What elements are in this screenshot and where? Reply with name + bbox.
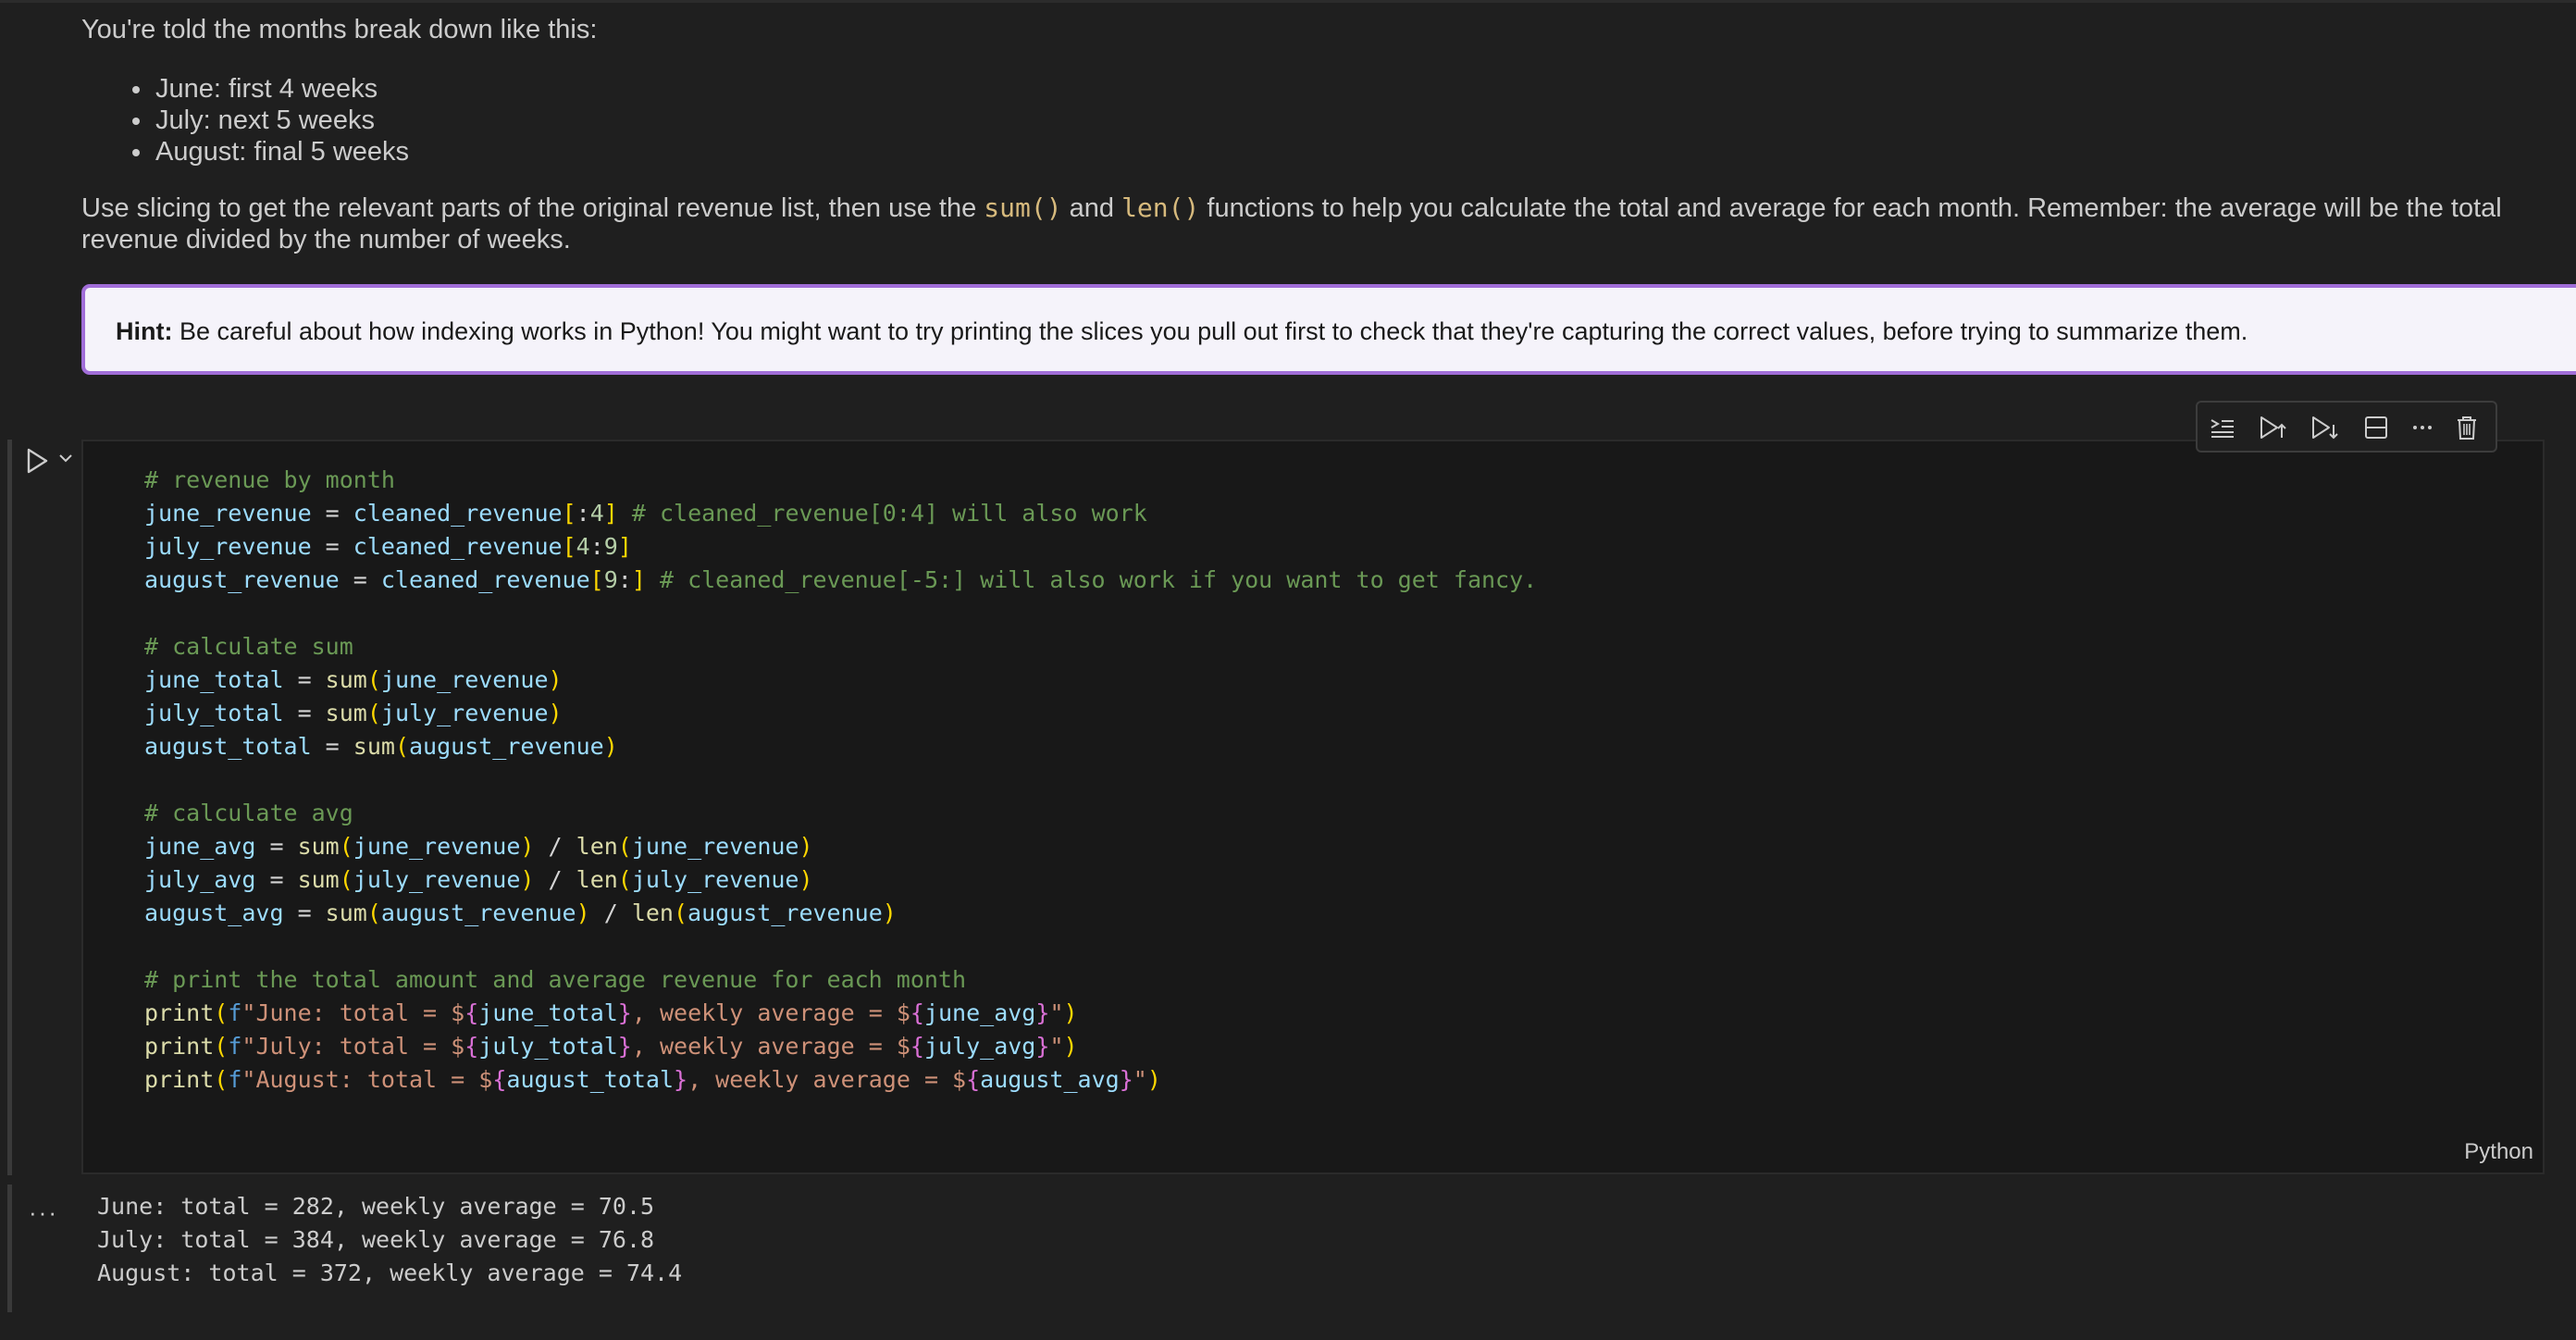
play-icon bbox=[27, 448, 48, 474]
inline-code-len: len() bbox=[1121, 192, 1200, 223]
output-focus-bar bbox=[7, 1185, 12, 1312]
output-more-button[interactable]: ··· bbox=[29, 1198, 58, 1227]
delete-cell-button[interactable] bbox=[2451, 412, 2483, 443]
run-options-dropdown[interactable] bbox=[56, 448, 76, 468]
code-line: june_total = sum(june_revenue) bbox=[144, 666, 563, 693]
execute-above-icon bbox=[2211, 419, 2234, 438]
code-line: july_total = sum(july_revenue) bbox=[144, 700, 563, 726]
split-cell-icon bbox=[2365, 416, 2387, 439]
code-line: # print the total amount and average rev… bbox=[144, 966, 967, 993]
inline-code-sum: sum() bbox=[984, 192, 1062, 223]
code-line: june_revenue = cleaned_revenue[:4] # cle… bbox=[144, 500, 1147, 527]
list-item: August: final 5 weeks bbox=[131, 137, 410, 167]
code-line: august_avg = sum(august_revenue) / len(a… bbox=[144, 900, 897, 926]
run-below-icon bbox=[2312, 416, 2338, 440]
run-cell-button[interactable] bbox=[22, 446, 52, 476]
run-below-button[interactable] bbox=[2309, 412, 2340, 443]
code-line: print(f"August: total = ${august_total},… bbox=[144, 1066, 1161, 1093]
month-breakdown-list: June: first 4 weeks July: next 5 weeks A… bbox=[131, 73, 410, 168]
code-line: august_revenue = cleaned_revenue[9:] # c… bbox=[144, 566, 1538, 593]
markdown-intro: You're told the months break down like t… bbox=[81, 15, 598, 44]
code-editor[interactable]: # revenue by month june_revenue = cleaned… bbox=[144, 464, 1537, 1097]
code-line: # calculate avg bbox=[144, 800, 353, 826]
more-actions-button[interactable] bbox=[2407, 412, 2438, 443]
code-line: print(f"June: total = ${june_total}, wee… bbox=[144, 999, 1078, 1026]
cell-output: June: total = 282, weekly average = 70.5… bbox=[97, 1190, 682, 1290]
cell-toolbar bbox=[2196, 401, 2497, 453]
chevron-down-icon bbox=[59, 454, 72, 463]
code-line: june_avg = sum(june_revenue) / len(june_… bbox=[144, 833, 813, 860]
split-cell-button[interactable] bbox=[2360, 412, 2392, 443]
code-line: july_revenue = cleaned_revenue[4:9] bbox=[144, 533, 632, 560]
run-above-icon bbox=[2260, 416, 2286, 439]
code-line: # calculate sum bbox=[144, 633, 353, 660]
output-line: July: total = 384, weekly average = 76.8 bbox=[97, 1226, 655, 1253]
delete-icon bbox=[2458, 416, 2476, 440]
list-item: July: next 5 weeks bbox=[131, 105, 409, 136]
code-line: # revenue by month bbox=[144, 466, 395, 493]
list-item: June: first 4 weeks bbox=[131, 73, 409, 105]
code-line: august_total = sum(august_revenue) bbox=[144, 733, 618, 760]
more-icon bbox=[2413, 426, 2432, 429]
code-line: print(f"July: total = ${july_total}, wee… bbox=[144, 1033, 1078, 1060]
top-divider bbox=[0, 0, 2576, 3]
output-line: August: total = 372, weekly average = 74… bbox=[97, 1259, 683, 1286]
hint-text: Hint: Be careful about how indexing work… bbox=[116, 316, 2248, 346]
instructions-text: and bbox=[1061, 193, 1122, 223]
hint-box: Hint: Be careful about how indexing work… bbox=[81, 284, 2576, 375]
code-line: july_avg = sum(july_revenue) / len(july_… bbox=[144, 866, 813, 893]
instructions-text: Use slicing to get the relevant parts of… bbox=[81, 193, 985, 223]
hint-label: Hint: bbox=[116, 317, 173, 345]
run-above-button[interactable] bbox=[2257, 412, 2288, 443]
output-line: June: total = 282, weekly average = 70.5 bbox=[97, 1193, 655, 1220]
cell-language-label[interactable]: Python bbox=[2464, 1139, 2533, 1165]
execute-above-button[interactable] bbox=[2207, 412, 2238, 443]
hint-body: Be careful about how indexing works in P… bbox=[172, 317, 2248, 345]
markdown-instructions: Use slicing to get the relevant parts of… bbox=[81, 192, 2543, 255]
code-cell[interactable]: # revenue by month june_revenue = cleaned… bbox=[81, 440, 2545, 1174]
cell-focus-bar bbox=[7, 440, 12, 1175]
